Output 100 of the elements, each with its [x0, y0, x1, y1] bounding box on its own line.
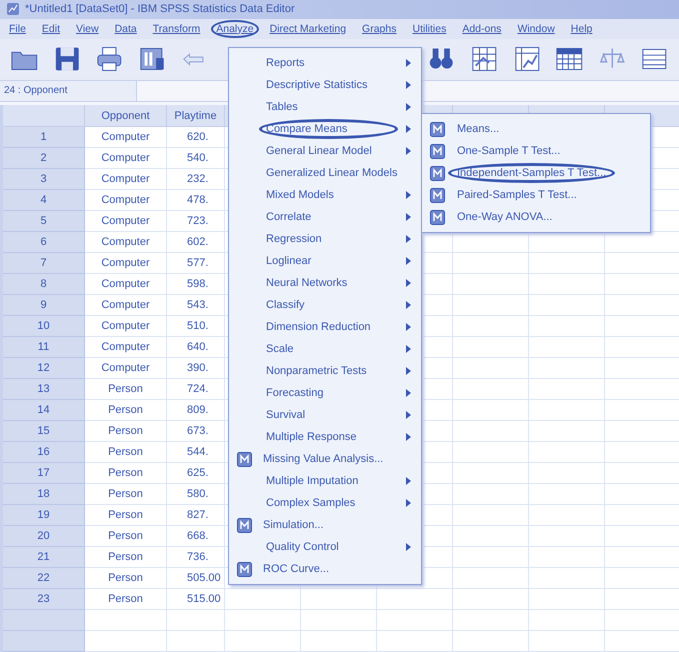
row-header[interactable]: 8	[3, 274, 85, 295]
menu-item-icon	[430, 166, 445, 180]
menu-item[interactable]: One-Sample T Test...	[448, 141, 570, 161]
app-icon	[6, 2, 20, 16]
row-header[interactable]: 10	[3, 316, 85, 337]
menu-item[interactable]: Direct Marketing	[264, 20, 352, 38]
table-cell: Person	[85, 505, 167, 526]
table-cell: Computer	[85, 337, 167, 358]
menu-item[interactable]: ROC Curve...	[256, 559, 403, 579]
table-cell: 232.	[167, 169, 225, 190]
table-cell: 736.	[167, 547, 225, 568]
table-cell: 673.	[167, 421, 225, 442]
menu-item-icon	[237, 518, 252, 532]
row-header[interactable]: 2	[3, 148, 85, 169]
submenu-arrow-icon	[406, 81, 411, 89]
menu-item[interactable]: Nonparametric Tests	[259, 361, 398, 381]
row-header[interactable]: 12	[3, 358, 85, 379]
menu-item[interactable]: General Linear Model	[259, 141, 398, 161]
menu-item[interactable]: Edit	[36, 20, 66, 38]
row-header[interactable]: 19	[3, 505, 85, 526]
menu-item[interactable]: Correlate	[259, 207, 398, 227]
menu-item[interactable]: Reports	[259, 53, 398, 73]
menu-item[interactable]: Transform	[148, 20, 206, 38]
menu-item[interactable]: Help	[566, 20, 598, 38]
menu-item[interactable]: File	[4, 20, 31, 38]
menu-item[interactable]: View	[71, 20, 104, 38]
menu-item[interactable]: Classify	[259, 295, 398, 315]
menu-item[interactable]: Utilities	[407, 20, 452, 38]
column-header[interactable]: Opponent	[85, 105, 167, 127]
table-cell: Person	[85, 589, 167, 610]
menu-item[interactable]: Descriptive Statistics	[259, 75, 398, 95]
row-header[interactable]: 5	[3, 211, 85, 232]
menu-item[interactable]: Multiple Imputation	[259, 471, 398, 491]
menu-item[interactable]: Quality Control	[259, 537, 398, 557]
menu-item-icon	[430, 188, 445, 202]
cell-reference-field[interactable]: 24 : Opponent	[0, 80, 137, 101]
row-header[interactable]: 20	[3, 526, 85, 547]
row-header[interactable]: 7	[3, 253, 85, 274]
menu-item[interactable]: Neural Networks	[259, 273, 398, 293]
row-header[interactable]: 18	[3, 484, 85, 505]
row-header[interactable]: 15	[3, 421, 85, 442]
menu-item[interactable]: Mixed Models	[259, 185, 398, 205]
menu-item[interactable]: Window	[512, 20, 560, 38]
menu-item[interactable]: Multiple Response	[259, 427, 398, 447]
row-header[interactable]: 21	[3, 547, 85, 568]
row-header[interactable]: 9	[3, 295, 85, 316]
menu-item[interactable]: Regression	[259, 229, 398, 249]
row-header[interactable]: 3	[3, 169, 85, 190]
menu-item[interactable]: Graphs	[357, 20, 402, 38]
table-cell: 809.	[167, 400, 225, 421]
row-header[interactable]: 11	[3, 337, 85, 358]
row-header[interactable]: 14	[3, 400, 85, 421]
table-cell: Computer	[85, 358, 167, 379]
table-cell: Person	[85, 484, 167, 505]
menu-item[interactable]: Generalized Linear Models	[259, 163, 404, 183]
table-cell: 577.	[167, 253, 225, 274]
menu-item[interactable]: Scale	[259, 339, 398, 359]
table-cell: 580.	[167, 484, 225, 505]
table-cell: 640.	[167, 337, 225, 358]
row-header[interactable]: 23	[3, 589, 85, 610]
submenu-arrow-icon	[406, 477, 411, 485]
menu-item[interactable]: Complex Samples	[259, 493, 398, 513]
menu-item[interactable]: Data	[110, 20, 142, 38]
corner-cell[interactable]	[3, 105, 85, 127]
row-header[interactable]: 13	[3, 379, 85, 400]
table-cell: 620.	[167, 127, 225, 148]
menu-item[interactable]: Missing Value Analysis...	[256, 449, 403, 469]
menu-item[interactable]: Paired-Samples T Test...	[448, 185, 586, 205]
row-header[interactable]: 6	[3, 232, 85, 253]
submenu-arrow-icon	[406, 301, 411, 309]
table-cell: 625.	[167, 463, 225, 484]
row-header[interactable]: 1	[3, 127, 85, 148]
row-header[interactable]: 4	[3, 190, 85, 211]
table-cell: Computer	[85, 211, 167, 232]
table-cell: 598.	[167, 274, 225, 295]
submenu-arrow-icon	[406, 125, 411, 133]
menu-item[interactable]: Add-ons	[457, 20, 506, 38]
table-cell: Computer	[85, 232, 167, 253]
submenu-arrow-icon	[406, 367, 411, 375]
table-cell: 390.	[167, 358, 225, 379]
menu-item[interactable]: Loglinear	[259, 251, 398, 271]
row-header[interactable]: 16	[3, 442, 85, 463]
submenu-arrow-icon	[406, 543, 411, 551]
menu-item[interactable]: Means...	[448, 119, 508, 139]
menu-item[interactable]: Survival	[259, 405, 398, 425]
menu-item[interactable]: Forecasting	[259, 383, 398, 403]
menu-item[interactable]: One-Way ANOVA...	[448, 207, 562, 227]
table-cell: 724.	[167, 379, 225, 400]
menu-item[interactable]: Tables	[259, 97, 398, 117]
submenu-arrow-icon	[406, 147, 411, 155]
row-header[interactable]: 17	[3, 463, 85, 484]
table-cell: 602.	[167, 232, 225, 253]
column-header[interactable]: Playtime	[167, 105, 225, 127]
window-title: *Untitled1 [DataSet0] - IBM SPSS Statistics Data Editor	[25, 3, 295, 16]
menu-item-icon	[430, 122, 445, 136]
table-cell: Person	[85, 379, 167, 400]
menu-item[interactable]: Simulation...	[256, 515, 403, 535]
menu-item[interactable]: Dimension Reduction	[259, 317, 398, 337]
table-cell: 515.00	[167, 589, 225, 610]
row-header[interactable]: 22	[3, 568, 85, 589]
